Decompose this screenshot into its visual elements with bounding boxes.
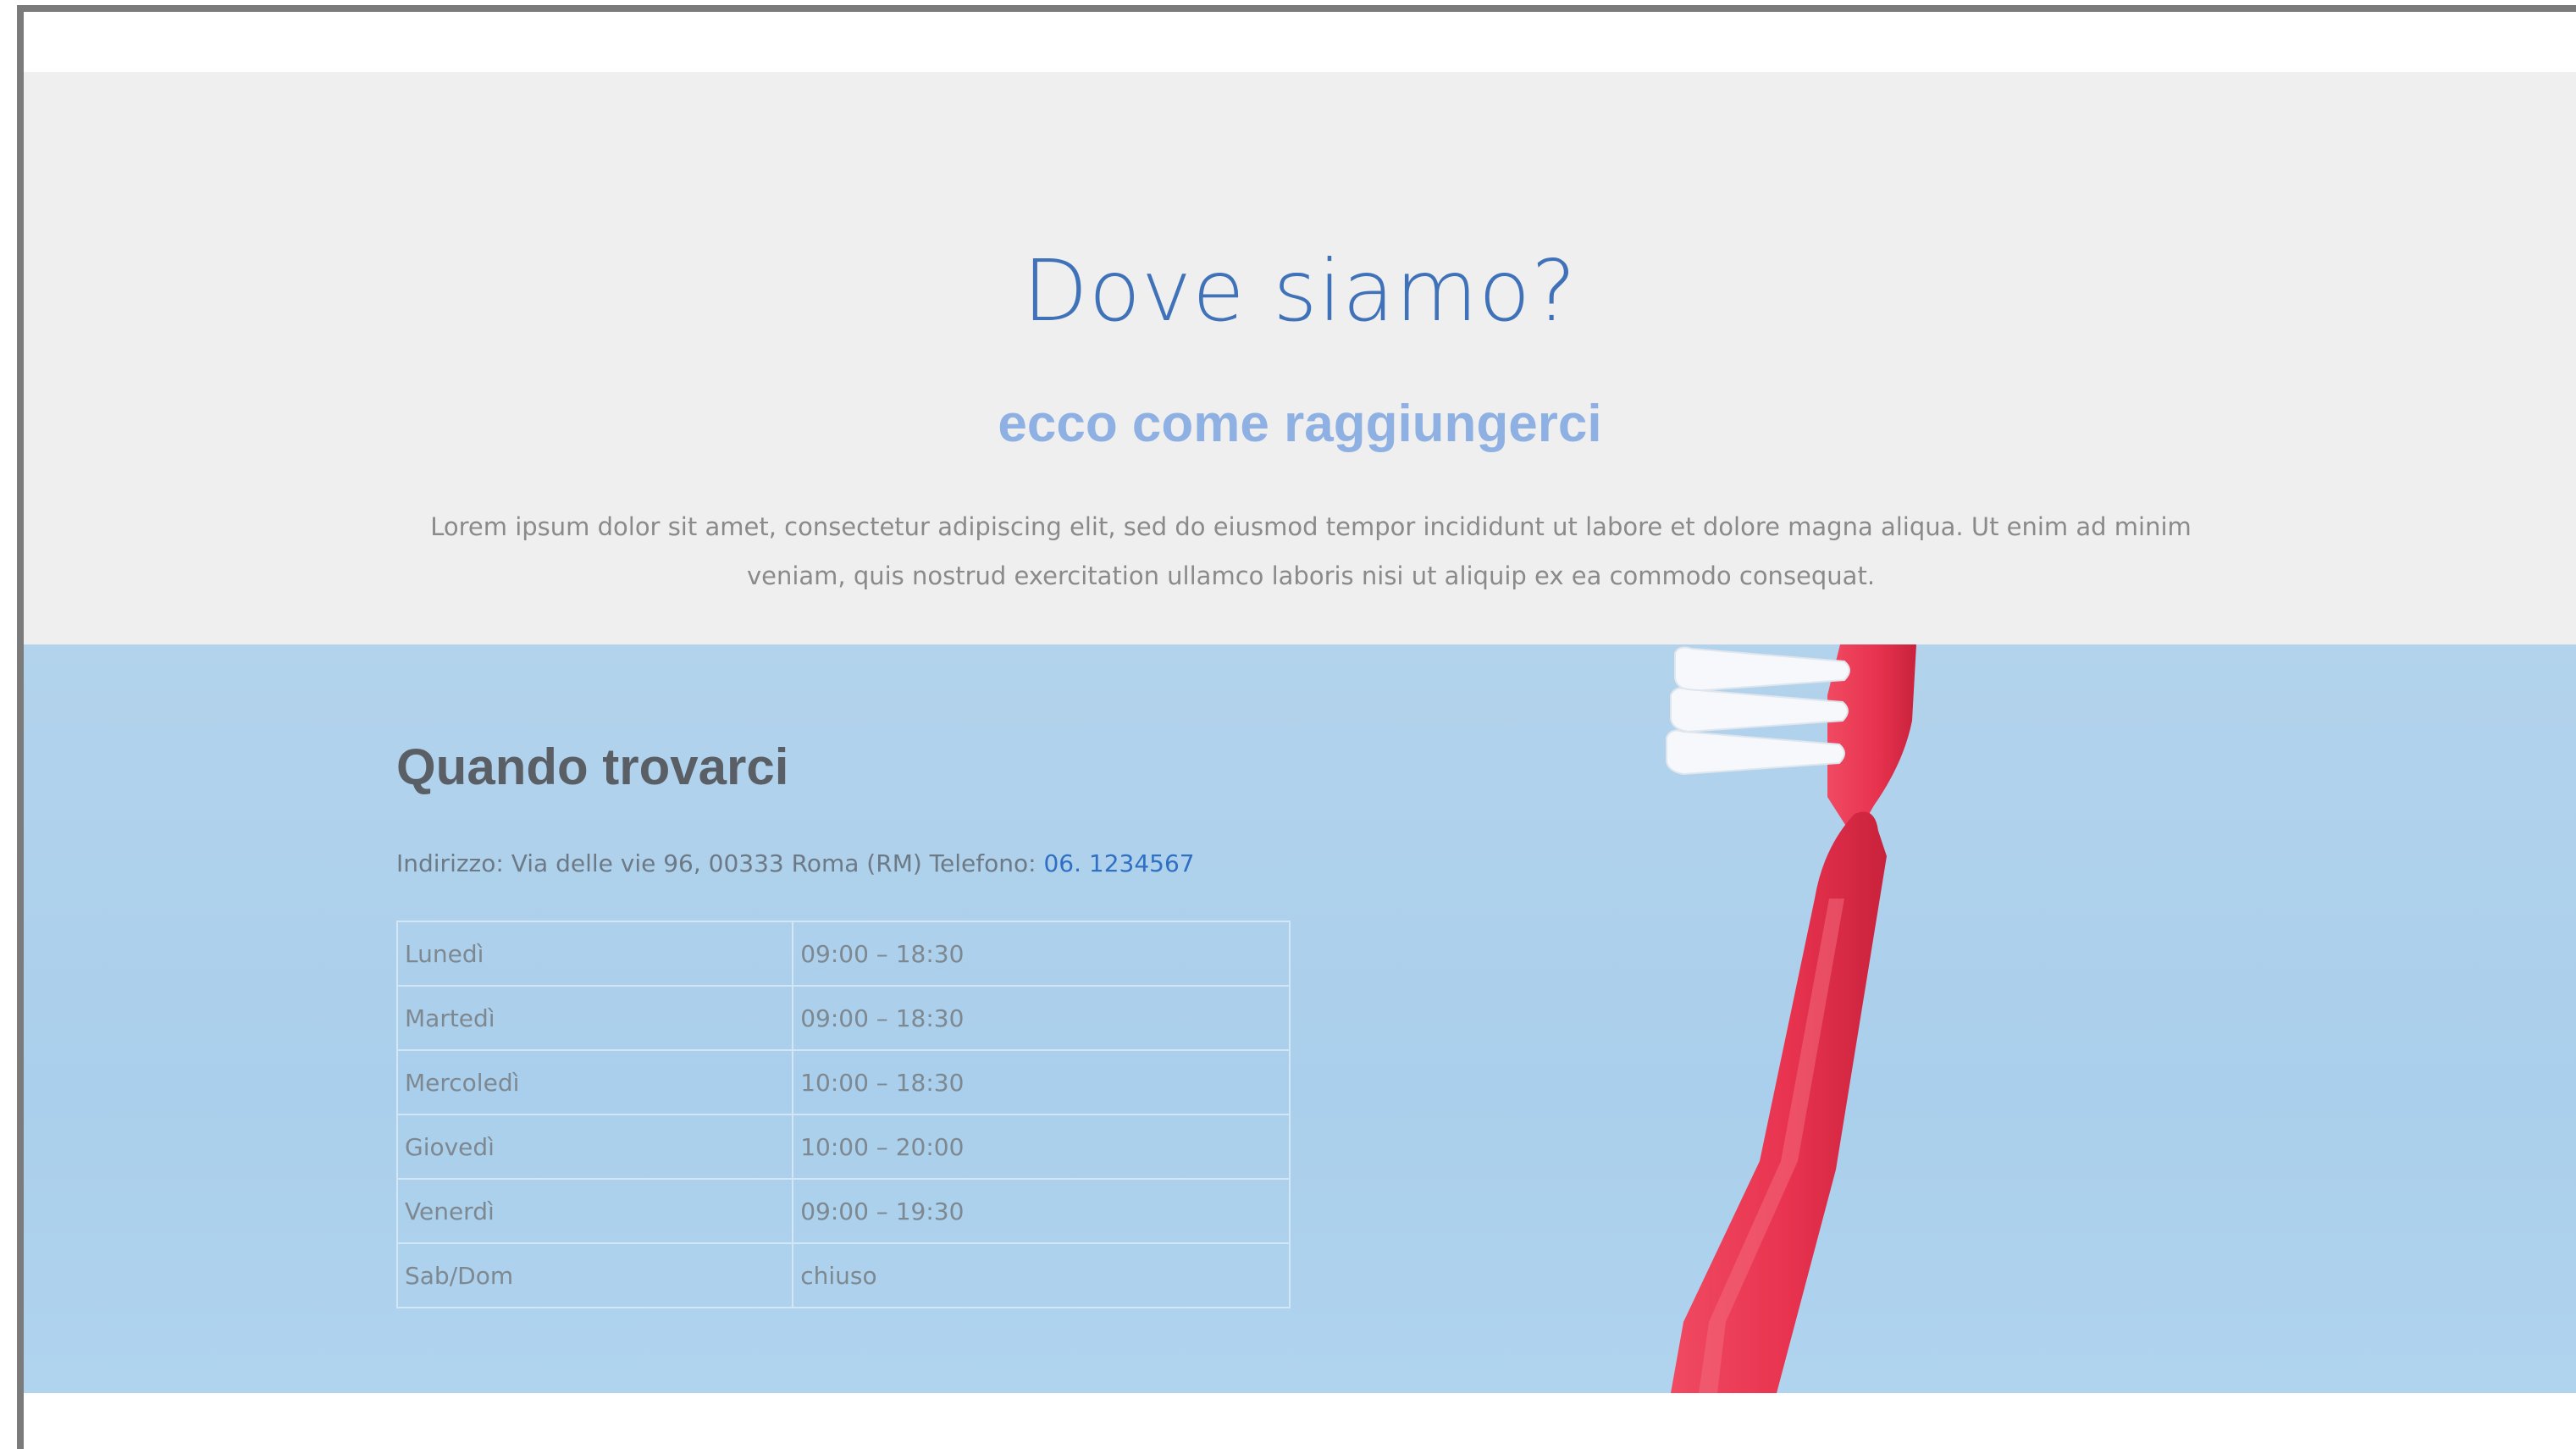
page-title: Dove siamo? (1022, 241, 1578, 340)
opening-hours-section: Quando trovarci Indirizzo: Via delle vie… (24, 644, 2576, 1393)
table-row: Mercoledì 10:00 – 18:30 (395, 1049, 1291, 1115)
table-row: Sab/Dom chiuso (395, 1242, 1291, 1308)
day-cell: Martedì (395, 985, 794, 1051)
frame-border (17, 5, 2576, 12)
table-row: Giovedì 10:00 – 20:00 (395, 1114, 1291, 1180)
table-row: Venerdì 09:00 – 19:30 (395, 1178, 1291, 1244)
page: Dove siamo? ecco come raggiungerci Lorem… (24, 12, 2576, 1449)
toothbrush-image (1666, 644, 1916, 1393)
day-cell: Venerdì (395, 1178, 794, 1244)
time-cell: 09:00 – 19:30 (792, 1178, 1291, 1244)
day-cell: Mercoledì (395, 1049, 794, 1115)
time-cell: 09:00 – 18:30 (792, 921, 1291, 987)
day-cell: Lunedì (395, 921, 794, 987)
address-text: Indirizzo: Via delle vie 96, 00333 Roma … (396, 849, 1044, 877)
footer-spacer (24, 1393, 2576, 1449)
browser-frame: Dove siamo? ecco come raggiungerci Lorem… (0, 0, 2576, 1449)
intro-paragraph: Lorem ipsum dolor sit amet, consectetur … (430, 512, 2192, 590)
day-cell: Giovedì (395, 1114, 794, 1180)
address-line: Indirizzo: Via delle vie 96, 00333 Roma … (396, 849, 1195, 877)
page-subtitle: ecco come raggiungerci (998, 395, 1602, 453)
time-cell: chiuso (792, 1242, 1291, 1308)
day-cell: Sab/Dom (395, 1242, 794, 1308)
frame-border (17, 5, 24, 1449)
hours-title: Quando trovarci (396, 738, 789, 795)
hours-table: Lunedì 09:00 – 18:30 Martedì 09:00 – 18:… (395, 921, 1291, 1308)
location-intro-section: Dove siamo? ecco come raggiungerci Lorem… (24, 72, 2576, 644)
table-row: Martedì 09:00 – 18:30 (395, 985, 1291, 1051)
time-cell: 10:00 – 18:30 (792, 1049, 1291, 1115)
table-row: Lunedì 09:00 – 18:30 (395, 921, 1291, 987)
time-cell: 09:00 – 18:30 (792, 985, 1291, 1051)
time-cell: 10:00 – 20:00 (792, 1114, 1291, 1180)
phone-link[interactable]: 06. 1234567 (1043, 849, 1194, 877)
